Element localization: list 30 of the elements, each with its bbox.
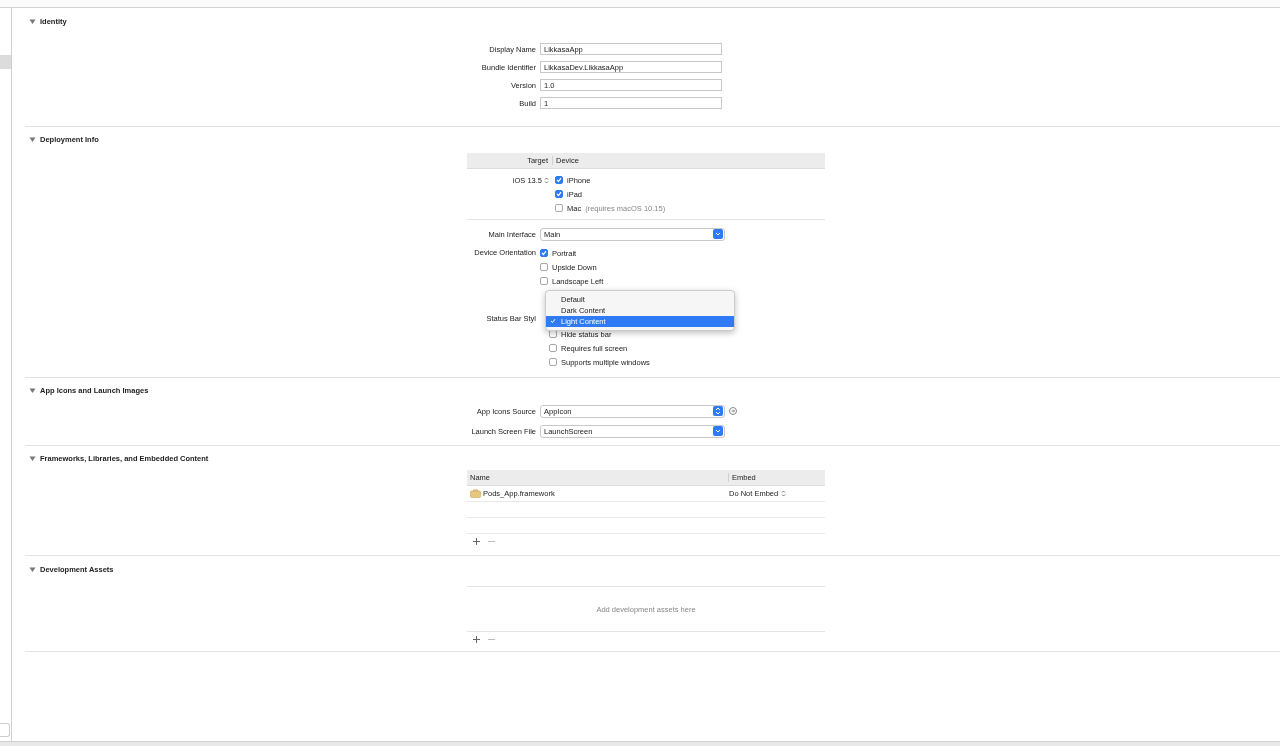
remove-icon[interactable] (488, 636, 495, 643)
arrow-circle-icon[interactable] (729, 407, 737, 415)
disclosure-triangle-icon[interactable] (29, 136, 36, 143)
checkbox[interactable] (555, 190, 563, 198)
checkmark-icon (556, 177, 562, 183)
up-down-arrows-icon (713, 406, 723, 416)
chevron-down-icon (713, 229, 723, 239)
checkbox[interactable] (549, 344, 557, 352)
checkbox[interactable] (549, 358, 557, 366)
checkmark-icon (550, 318, 556, 324)
checkbox[interactable] (540, 263, 548, 271)
stepper-icon[interactable] (544, 176, 549, 184)
checkbox[interactable] (540, 277, 548, 285)
checkbox[interactable] (549, 330, 557, 338)
checkmark-icon (556, 191, 562, 197)
disclosure-triangle-icon[interactable] (29, 566, 36, 573)
checkbox[interactable] (540, 249, 548, 257)
disclosure-triangle-icon[interactable] (29, 387, 36, 394)
toolbox-icon (470, 489, 481, 498)
disclosure-triangle-icon[interactable] (29, 18, 36, 25)
add-icon[interactable] (473, 538, 480, 545)
remove-icon[interactable] (488, 538, 495, 545)
sidebar-button[interactable] (0, 723, 10, 737)
checkbox[interactable] (555, 204, 563, 212)
checkmark-icon (541, 250, 547, 256)
stepper-icon[interactable] (781, 490, 787, 497)
disclosure-triangle-icon[interactable] (29, 455, 36, 462)
chevron-down-icon (713, 426, 723, 436)
checkbox[interactable] (555, 176, 563, 184)
add-icon[interactable] (473, 636, 480, 643)
